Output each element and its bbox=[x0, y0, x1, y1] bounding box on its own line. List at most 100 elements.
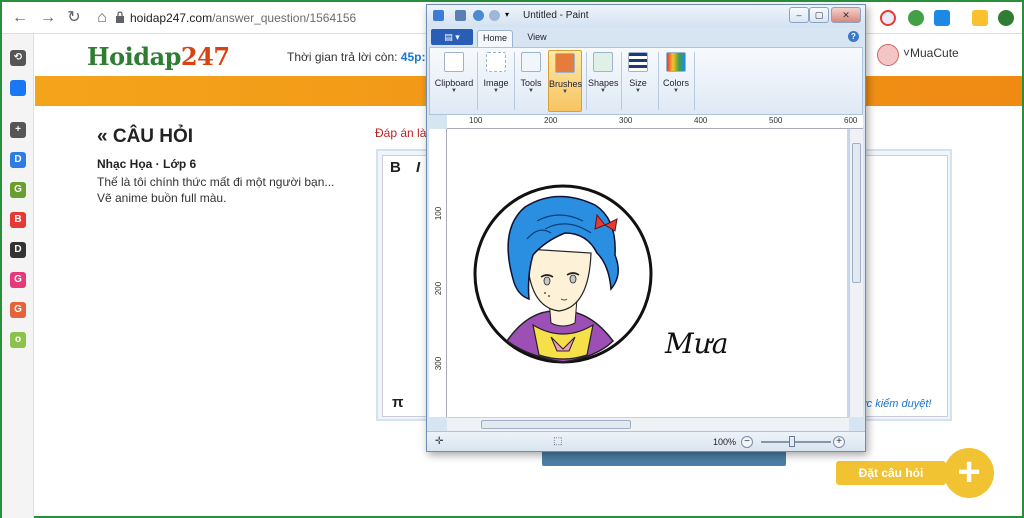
horizontal-scrollbar[interactable] bbox=[447, 417, 849, 431]
colors-group[interactable]: Colors ▼ bbox=[660, 50, 692, 112]
size-arrow-icon: ▼ bbox=[635, 88, 641, 94]
url-host: hoidap247.com bbox=[130, 11, 213, 25]
brushes-group[interactable]: Brushes ▼ bbox=[548, 50, 582, 112]
select-icon bbox=[486, 52, 506, 72]
tools-arrow-icon: ▼ bbox=[528, 88, 534, 94]
add-icon[interactable]: + bbox=[10, 122, 26, 138]
ext-d-icon[interactable]: D bbox=[10, 152, 26, 168]
ribbon-separator bbox=[514, 52, 515, 110]
logo-number: 247 bbox=[180, 42, 230, 71]
ext-g2-icon[interactable]: G bbox=[10, 272, 26, 288]
save-icon[interactable] bbox=[455, 10, 466, 21]
ribbon-separator bbox=[586, 52, 587, 110]
ruler-top-label: 400 bbox=[694, 116, 708, 125]
tab-home[interactable]: Home bbox=[477, 30, 513, 47]
messenger-icon[interactable] bbox=[10, 80, 26, 96]
clipboard-group[interactable]: Clipboard ▼ bbox=[434, 50, 474, 112]
extension-puzzle-icon[interactable] bbox=[972, 10, 988, 26]
extension-box-icon[interactable] bbox=[934, 10, 950, 26]
selection-size-icon: ⬚ bbox=[553, 436, 563, 447]
clipboard-icon bbox=[444, 52, 464, 72]
extension-globe-icon[interactable] bbox=[908, 10, 924, 26]
home-icon[interactable]: ⌂ bbox=[92, 8, 112, 28]
ext-g-icon[interactable]: G bbox=[10, 182, 26, 198]
shapes-group[interactable]: Shapes ▼ bbox=[588, 50, 619, 112]
colors-icon bbox=[666, 52, 686, 72]
tools-label: Tools bbox=[520, 78, 542, 88]
username: MuaCute bbox=[910, 46, 959, 60]
math-button[interactable]: π bbox=[392, 394, 403, 411]
zoom-slider[interactable] bbox=[761, 441, 831, 443]
image-group[interactable]: Image ▼ bbox=[480, 50, 512, 112]
clipboard-arrow-icon: ▼ bbox=[451, 88, 457, 94]
vertical-scrollbar[interactable] bbox=[849, 129, 863, 417]
ribbon-home: Clipboard ▼ Image ▼ Tools ▼ Brushes ▼ Shapes… bbox=[429, 47, 863, 115]
reload-icon[interactable]: ↻ bbox=[64, 8, 84, 28]
shapes-label: Shapes bbox=[588, 78, 619, 88]
redo-icon[interactable] bbox=[489, 10, 500, 21]
horizontal-scroll-thumb[interactable] bbox=[481, 420, 631, 429]
ruler-left-label: 100 bbox=[434, 206, 444, 221]
history-icon[interactable]: ⟲ bbox=[10, 50, 26, 66]
help-icon[interactable]: ? bbox=[848, 31, 859, 42]
profile-icon[interactable] bbox=[998, 10, 1014, 26]
ruler-top-label: 600 bbox=[844, 116, 858, 125]
paint-app-icon[interactable] bbox=[433, 10, 444, 21]
paint-menu-button[interactable]: ▤ ▾ bbox=[431, 29, 473, 45]
back-icon[interactable]: ← bbox=[10, 8, 30, 28]
address-bar[interactable]: hoidap247.com/answer_question/1564156 bbox=[130, 11, 356, 25]
zoom-out-button[interactable]: − bbox=[741, 436, 753, 448]
size-group[interactable]: Size ▼ bbox=[623, 50, 653, 112]
ext-d2-icon[interactable]: D bbox=[10, 242, 26, 258]
drawing-canvas[interactable]: Mưa bbox=[447, 129, 847, 417]
paint-titlebar: ▾ Untitled - Paint ‒ ▢ ✕ bbox=[427, 5, 865, 27]
forward-icon[interactable]: → bbox=[38, 8, 58, 28]
cursor-position-icon: ✛ bbox=[435, 436, 444, 447]
colors-arrow-icon: ▼ bbox=[673, 88, 679, 94]
extension-ring-icon[interactable] bbox=[880, 10, 896, 26]
url-path: /answer_question/1564156 bbox=[212, 11, 357, 25]
colors-label: Colors bbox=[662, 78, 689, 88]
bold-button[interactable]: B bbox=[390, 159, 401, 176]
anime-drawing: Mưa bbox=[473, 184, 728, 364]
ruler-left-label: 300 bbox=[434, 356, 444, 371]
tools-group[interactable]: Tools ▼ bbox=[516, 50, 546, 112]
moderation-hint: ợc kiểm duyệt! bbox=[860, 398, 932, 410]
undo-icon[interactable] bbox=[473, 10, 484, 21]
timer-label: Thời gian trả lời còn: bbox=[287, 50, 398, 64]
browser-sidebar: ⟲ + D G B D G Go bbox=[2, 34, 34, 518]
shapes-arrow-icon: ▼ bbox=[600, 88, 606, 94]
paint-window: ▾ Untitled - Paint ‒ ▢ ✕ ▤ ▾ Home View ?… bbox=[426, 4, 866, 452]
ribbon-separator bbox=[477, 52, 478, 110]
question-heading-text: CÂU HỎI bbox=[112, 126, 194, 147]
maximize-button[interactable]: ▢ bbox=[809, 7, 829, 23]
site-logo[interactable]: Hoidap247 bbox=[87, 42, 230, 71]
zoom-slider-thumb[interactable] bbox=[789, 436, 795, 447]
user-menu[interactable]: ˅MuaCute bbox=[903, 46, 959, 60]
brush-icon bbox=[555, 53, 575, 73]
ruler-left-label: 200 bbox=[434, 281, 444, 296]
italic-button[interactable]: I bbox=[416, 159, 420, 176]
paint-title: Untitled - Paint bbox=[523, 10, 589, 21]
minimize-button[interactable]: ‒ bbox=[789, 7, 809, 23]
ruler-top-label: 200 bbox=[544, 116, 558, 125]
ask-question-button[interactable]: Đặt câu hỏi bbox=[836, 461, 946, 485]
shapes-icon bbox=[593, 52, 613, 72]
zoom-in-button[interactable]: + bbox=[833, 436, 845, 448]
horizontal-ruler: 100 200 300 400 500 600 bbox=[447, 115, 863, 129]
user-avatar[interactable] bbox=[877, 44, 899, 66]
answer-timer: Thời gian trả lời còn: 45p:5 bbox=[287, 50, 432, 64]
zoom-level: 100% bbox=[713, 437, 737, 447]
ext-g3-icon[interactable]: G bbox=[10, 302, 26, 318]
signature-text: Mưa bbox=[664, 327, 728, 360]
customize-qat-icon[interactable]: ▾ bbox=[505, 10, 516, 21]
vertical-scroll-thumb[interactable] bbox=[852, 143, 861, 283]
clipboard-label: Clipboard bbox=[434, 78, 474, 88]
add-question-button[interactable]: + bbox=[944, 448, 994, 498]
ext-o-icon[interactable]: o bbox=[10, 332, 26, 348]
close-button[interactable]: ✕ bbox=[831, 7, 861, 23]
tab-view[interactable]: View bbox=[519, 30, 555, 47]
ribbon-separator bbox=[621, 52, 622, 110]
ribbon-tabs: ▤ ▾ Home View ? bbox=[427, 27, 865, 47]
ext-b-icon[interactable]: B bbox=[10, 212, 26, 228]
